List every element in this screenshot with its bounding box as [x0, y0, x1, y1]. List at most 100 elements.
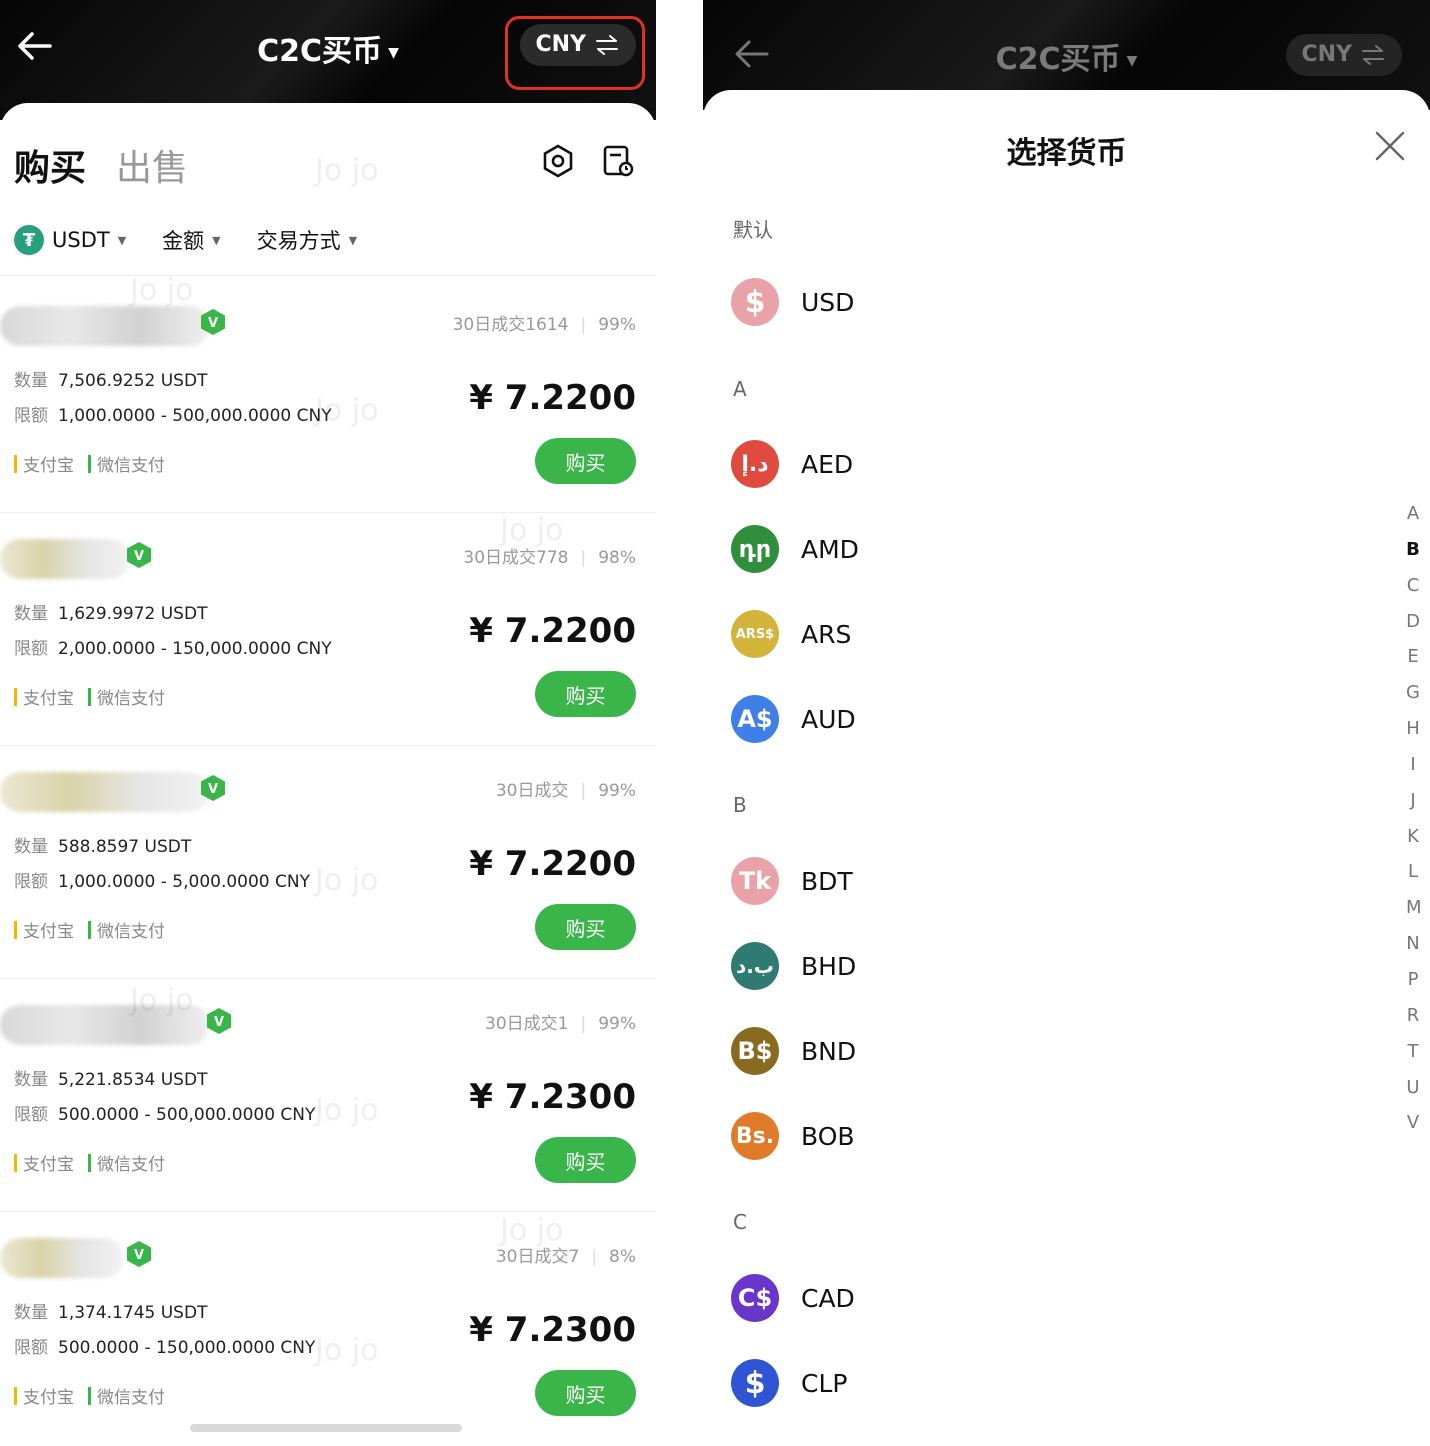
chevron-down-icon: ▼: [212, 233, 221, 247]
payment-alipay-label: 支付宝: [23, 689, 74, 709]
tab-buy[interactable]: 购买: [14, 139, 86, 191]
completion-rate: 98%: [598, 548, 636, 568]
svg-text:V: V: [134, 1248, 144, 1263]
watermark: Jo jo: [315, 153, 379, 188]
index-letter[interactable]: U: [1406, 1077, 1420, 1113]
merchant-listing: V 30日成交 | 99% 数量 588.8597 USDT 限额 1,000.0000…: [0, 762, 636, 995]
index-letter[interactable]: L: [1406, 861, 1420, 897]
merchant-name-redacted: [0, 306, 210, 346]
index-letter[interactable]: T: [1406, 1041, 1420, 1077]
index-letter[interactable]: D: [1406, 611, 1420, 647]
currency-highlight-annotation: [505, 16, 645, 90]
unit-price: ¥ 7.2300: [469, 1077, 636, 1117]
index-letter[interactable]: H: [1406, 718, 1420, 754]
coin-filter[interactable]: ₮ USDT ▼: [14, 225, 126, 255]
payment-methods: 支付宝 微信支付: [14, 1383, 165, 1408]
section-label-c: C: [733, 1210, 747, 1234]
index-letter[interactable]: N: [1406, 933, 1420, 969]
currency-code: AUD: [801, 704, 856, 734]
quantity-row: 数量 7,506.9252 USDT: [14, 366, 207, 391]
page-title-text: C2C买币: [995, 42, 1121, 77]
index-letter[interactable]: R: [1406, 1005, 1420, 1041]
payment-wechat: 微信支付: [88, 1383, 165, 1408]
cad-symbol-icon: C$: [731, 1274, 779, 1322]
limit-label: 限额: [14, 872, 48, 892]
limit-label: 限额: [14, 1338, 48, 1358]
merchant-listing: V 30日成交7 | 8% 数量 1,374.1745 USDT 限额 500.0000…: [0, 1228, 636, 1446]
index-letter[interactable]: A: [1406, 503, 1420, 539]
merchant-name-redacted: [0, 1005, 210, 1045]
divider: [0, 1211, 656, 1212]
limit-label: 限额: [14, 639, 48, 659]
merchant-stats: 30日成交778 | 98%: [463, 548, 636, 568]
merchant-stats: 30日成交 | 99%: [495, 781, 636, 801]
tab-sell[interactable]: 出售: [116, 139, 188, 191]
currency-item-bhd[interactable]: ب.د BHD: [731, 942, 856, 990]
currency-item-bnd[interactable]: B$ BND: [731, 1027, 856, 1075]
quantity-value: 588.8597 USDT: [58, 837, 192, 857]
limit-label: 限额: [14, 1105, 48, 1125]
buy-button[interactable]: 购买: [535, 1137, 636, 1183]
currency-item-clp[interactable]: $ CLP: [731, 1359, 847, 1407]
index-letter[interactable]: E: [1406, 646, 1420, 682]
usdt-logo-icon: ₮: [14, 225, 44, 255]
currency-picker-screen: C2C买币 ▼ CNY 选择货币 默认 $ USD A د.إ AED դր AM…: [703, 0, 1430, 1446]
currency-item-amd[interactable]: դր AMD: [731, 525, 859, 573]
currency-item-aud[interactable]: A$ AUD: [731, 695, 856, 743]
payment-filter[interactable]: 交易方式 ▼: [257, 225, 357, 255]
settings-hexagon-icon[interactable]: [540, 143, 576, 179]
currency-item-usd[interactable]: $ USD: [731, 278, 854, 326]
buy-button[interactable]: 购买: [535, 438, 636, 484]
limit-value: 2,000.0000 - 150,000.0000 CNY: [58, 639, 332, 659]
svg-text:V: V: [208, 316, 218, 331]
currency-code: AED: [801, 449, 854, 479]
quantity-label: 数量: [14, 371, 48, 391]
aud-symbol-icon: A$: [731, 695, 779, 743]
close-icon[interactable]: [1374, 130, 1406, 162]
currency-code: USD: [801, 287, 855, 317]
currency-item-bdt[interactable]: Tk BDT: [731, 857, 853, 905]
index-letter-active[interactable]: B: [1406, 539, 1420, 575]
amount-filter[interactable]: 金额 ▼: [162, 225, 220, 255]
index-letter[interactable]: C: [1406, 575, 1420, 611]
divider: [0, 978, 656, 979]
divider: [0, 512, 656, 513]
index-letter[interactable]: K: [1406, 826, 1420, 862]
limit-value: 1,000.0000 - 5,000.0000 CNY: [58, 872, 310, 892]
orders-icon[interactable]: [600, 143, 636, 179]
svg-text:V: V: [134, 549, 144, 564]
verified-badge-icon: V: [201, 309, 225, 335]
payment-wechat: 微信支付: [88, 684, 165, 709]
index-letter[interactable]: G: [1406, 682, 1420, 718]
listing-panel: 购买 出售 ₮ USDT ▼ 金额 ▼ 交易方式 ▼ V 30日成交1614 |…: [0, 103, 656, 1446]
buy-button[interactable]: 购买: [535, 671, 636, 717]
completion-rate: 99%: [598, 315, 636, 335]
index-letter[interactable]: J: [1406, 790, 1420, 826]
limit-row: 限额 1,000.0000 - 5,000.0000 CNY: [14, 867, 310, 892]
payment-alipay: 支付宝: [14, 451, 74, 476]
payment-wechat: 微信支付: [88, 1150, 165, 1175]
currency-code: AMD: [801, 534, 859, 564]
currency-item-aed[interactable]: د.إ AED: [731, 440, 853, 488]
payment-wechat-label: 微信支付: [97, 456, 165, 476]
buy-button[interactable]: 购买: [535, 904, 636, 950]
merchant-stats: 30日成交7 | 8%: [495, 1247, 636, 1267]
currency-item-bob[interactable]: Bs. BOB: [731, 1112, 855, 1160]
payment-alipay: 支付宝: [14, 917, 74, 942]
index-letter[interactable]: I: [1406, 754, 1420, 790]
currency-item-ars[interactable]: ARS$ ARS: [731, 610, 851, 658]
alphabet-index[interactable]: A B C D E G H I J K L M N P R T U V: [1406, 503, 1422, 1148]
limit-value: 1,000.0000 - 500,000.0000 CNY: [58, 406, 332, 426]
index-letter[interactable]: P: [1406, 969, 1420, 1005]
currency-code: ARS: [801, 619, 852, 649]
quantity-label: 数量: [14, 604, 48, 624]
verified-badge-icon: V: [127, 542, 151, 568]
chevron-down-icon: ▼: [117, 233, 127, 247]
currency-item-cad[interactable]: C$ CAD: [731, 1274, 855, 1322]
limit-label: 限额: [14, 406, 48, 426]
amount-filter-label: 金额: [162, 229, 205, 253]
payment-methods: 支付宝 微信支付: [14, 1150, 165, 1175]
buy-button[interactable]: 购买: [535, 1370, 636, 1416]
index-letter[interactable]: V: [1406, 1112, 1420, 1148]
index-letter[interactable]: M: [1406, 897, 1422, 933]
